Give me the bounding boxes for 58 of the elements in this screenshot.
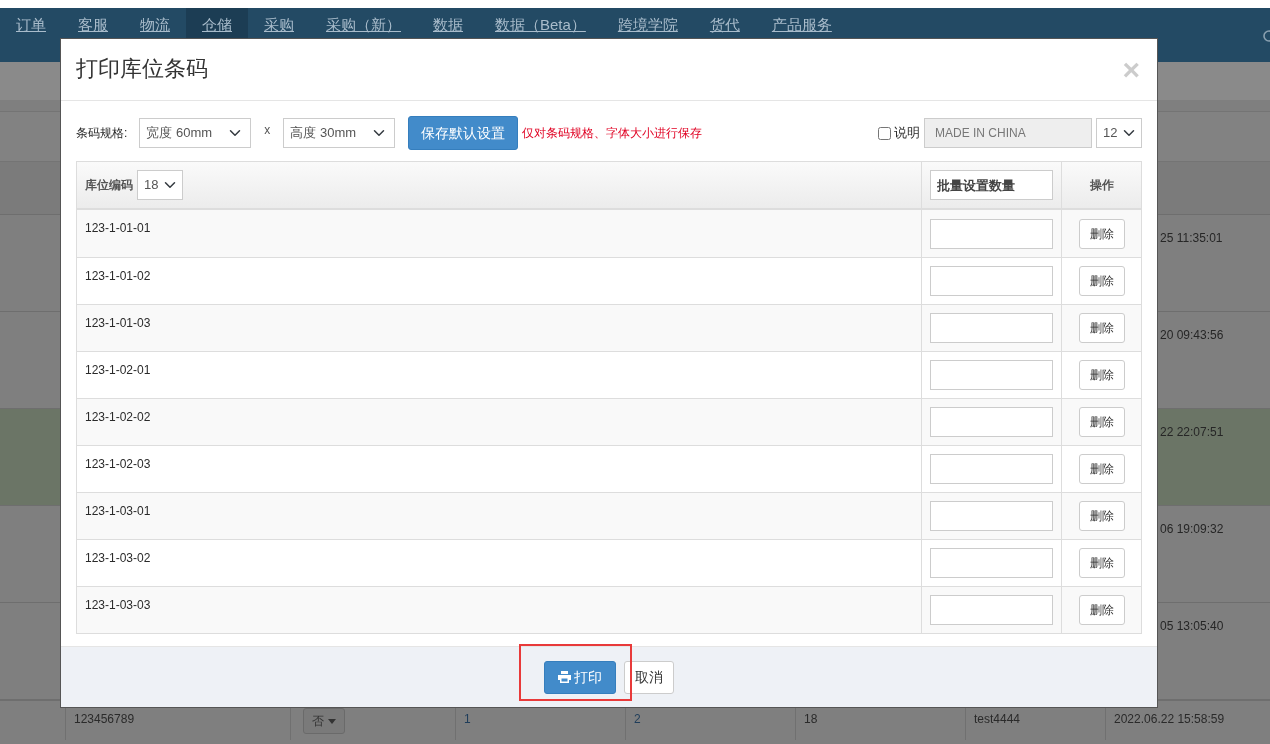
select-field[interactable]: 高度 30mm xyxy=(283,118,396,148)
table-cell-text: 05 13:05:40 xyxy=(1160,618,1225,635)
select-field[interactable]: 12 xyxy=(1096,118,1142,148)
quantity-field[interactable] xyxy=(930,595,1053,625)
checkbox-label[interactable]: 说明 xyxy=(878,123,920,143)
batch-quantity-field[interactable]: 批量设置数量 xyxy=(930,170,1053,200)
checkbox[interactable] xyxy=(878,126,891,140)
hint-text: 仅对条码规格、字体大小进行保存 xyxy=(522,125,703,142)
nav-tab[interactable]: 订单 xyxy=(0,8,62,62)
multiply-sign: x xyxy=(264,122,271,139)
delete-button[interactable]: 删除 xyxy=(1078,454,1125,484)
caret-icon xyxy=(328,718,336,724)
quantity-field[interactable] xyxy=(930,407,1053,437)
table-cell: 123-1-02-02 xyxy=(85,410,151,424)
table-cell: 123-1-03-03 xyxy=(85,598,151,612)
delete-button[interactable]: 删除 xyxy=(1078,360,1125,390)
column-header: 操作 xyxy=(1089,177,1114,194)
table-cell: 123-1-03-01 xyxy=(85,504,151,518)
table-cell: 123-1-02-03 xyxy=(85,457,151,471)
quantity-field[interactable] xyxy=(930,266,1053,296)
quantity-field[interactable] xyxy=(930,360,1053,390)
quantity-field[interactable] xyxy=(930,454,1053,484)
cancel-button[interactable]: 取消 xyxy=(624,660,674,694)
table-link[interactable]: 1 xyxy=(464,712,471,726)
table-cell: 18 xyxy=(804,712,818,726)
table-cell: 2022.06.22 15:58:59 xyxy=(1114,712,1225,726)
select-field[interactable]: 宽度 60mm xyxy=(139,118,252,148)
choice-dropdown[interactable]: 否 xyxy=(303,708,345,734)
search-icon[interactable] xyxy=(1262,30,1270,44)
delete-button[interactable]: 删除 xyxy=(1078,313,1125,343)
table-cell: 123-1-01-01 xyxy=(85,221,151,235)
table-cell: 123-1-01-03 xyxy=(85,316,151,330)
quantity-field[interactable] xyxy=(930,313,1053,343)
delete-button[interactable]: 删除 xyxy=(1078,407,1125,437)
column-header: 库位编码 xyxy=(85,177,133,194)
table-cell: 123-1-02-01 xyxy=(85,363,151,377)
delete-button[interactable]: 删除 xyxy=(1078,548,1125,578)
table-cell-text: 25 11:35:01 xyxy=(1160,230,1224,247)
delete-button[interactable]: 删除 xyxy=(1078,501,1125,531)
table-cell-text: 20 09:43:56 xyxy=(1160,327,1225,344)
table-cell: 123-1-03-02 xyxy=(85,551,151,565)
quantity-field[interactable] xyxy=(930,548,1053,578)
quantity-field[interactable] xyxy=(930,501,1053,531)
table-cell: 123-1-01-02 xyxy=(85,269,151,283)
select-field[interactable]: 18 xyxy=(137,170,183,200)
table-cell: 123456789 xyxy=(74,712,135,726)
delete-button[interactable]: 删除 xyxy=(1078,595,1125,625)
table-link[interactable]: 2 xyxy=(634,712,641,726)
delete-button[interactable]: 删除 xyxy=(1078,218,1125,249)
printer-icon xyxy=(558,671,571,683)
field-label: 条码规格: xyxy=(76,125,128,142)
table-cell-text: 22 22:07:51 xyxy=(1160,424,1225,441)
save-default-button[interactable]: 保存默认设置 xyxy=(408,116,519,150)
quantity-field[interactable] xyxy=(930,218,1053,249)
table-cell: test4444 xyxy=(974,712,1021,726)
print-button[interactable]: 打印 xyxy=(544,660,616,694)
delete-button[interactable]: 删除 xyxy=(1078,266,1125,296)
table-cell-text: 06 19:09:32 xyxy=(1160,521,1225,538)
